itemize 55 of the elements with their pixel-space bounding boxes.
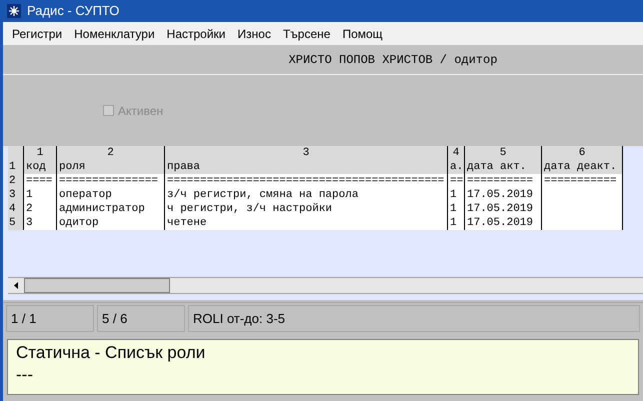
- column-number: 3: [165, 146, 448, 160]
- row-number: 2: [8, 174, 24, 188]
- row-number: 1: [8, 160, 24, 174]
- app-icon: [7, 4, 21, 18]
- table-cell: 1: [448, 202, 465, 216]
- table-cell: ===============: [57, 174, 165, 188]
- user-title: ХРИСТО ПОПОВ ХРИСТОВ / одитор: [288, 52, 498, 68]
- menu-item[interactable]: Регистри: [6, 24, 68, 42]
- table-cell: ====: [24, 174, 57, 188]
- column-number: 6: [542, 146, 623, 160]
- table-cell: оператор: [57, 188, 165, 202]
- grid-corner: [8, 146, 24, 160]
- menu-item[interactable]: Износ: [232, 24, 277, 42]
- row-number: 5: [8, 216, 24, 230]
- menu-item[interactable]: Помощ: [336, 24, 389, 42]
- column-number: 2: [57, 146, 165, 160]
- scroll-thumb[interactable]: [24, 278, 170, 293]
- table-cell: ==========: [465, 174, 542, 188]
- column-header: а.: [448, 160, 465, 174]
- column-header: дата деакт.: [542, 160, 623, 174]
- table-cell: з/ч регистри, смяна на парола: [165, 188, 448, 202]
- row-number: 3: [8, 188, 24, 202]
- table-cell: администратор: [57, 202, 165, 216]
- column-header: права: [165, 160, 448, 174]
- column-number: 5: [465, 146, 542, 160]
- table-cell: четене: [165, 216, 448, 230]
- status-pane: ROLI от-до: 3-5: [188, 305, 640, 332]
- table-cell: ==: [448, 174, 465, 188]
- horizontal-scrollbar[interactable]: [8, 277, 643, 294]
- table-cell: 1: [448, 188, 465, 202]
- table-cell: 3: [24, 216, 57, 230]
- column-number: 1: [24, 146, 57, 160]
- menu-item[interactable]: Настройки: [160, 24, 232, 42]
- table-cell: 17.05.2019: [465, 202, 542, 216]
- column-header: дата акт.: [465, 160, 542, 174]
- message-title: Статична - Списък роли: [16, 342, 206, 364]
- column-number: 4: [448, 146, 465, 160]
- table-cell: 2: [24, 202, 57, 216]
- column-header: код: [24, 160, 57, 174]
- table-cell: ===========: [542, 174, 623, 188]
- menu-item[interactable]: Търсене: [276, 24, 336, 42]
- table-cell: одитор: [57, 216, 165, 230]
- column-header: роля: [57, 160, 165, 174]
- window-title: Радис - СУПТО: [27, 2, 120, 20]
- table-cell: 17.05.2019: [465, 216, 542, 230]
- table-cell: 1: [24, 188, 57, 202]
- status-pane: 1 / 1: [6, 305, 94, 332]
- status-pane: 5 / 6: [97, 305, 185, 332]
- table-cell: ч регистри, з/ч настройки: [165, 202, 448, 216]
- table-cell: 1: [448, 216, 465, 230]
- table-cell: 17.05.2019: [465, 188, 542, 202]
- message-detail: ---: [16, 364, 34, 386]
- row-number: 4: [8, 202, 24, 216]
- menu-item[interactable]: Номенклатури: [68, 24, 161, 42]
- table-cell: ==========================================: [165, 174, 448, 188]
